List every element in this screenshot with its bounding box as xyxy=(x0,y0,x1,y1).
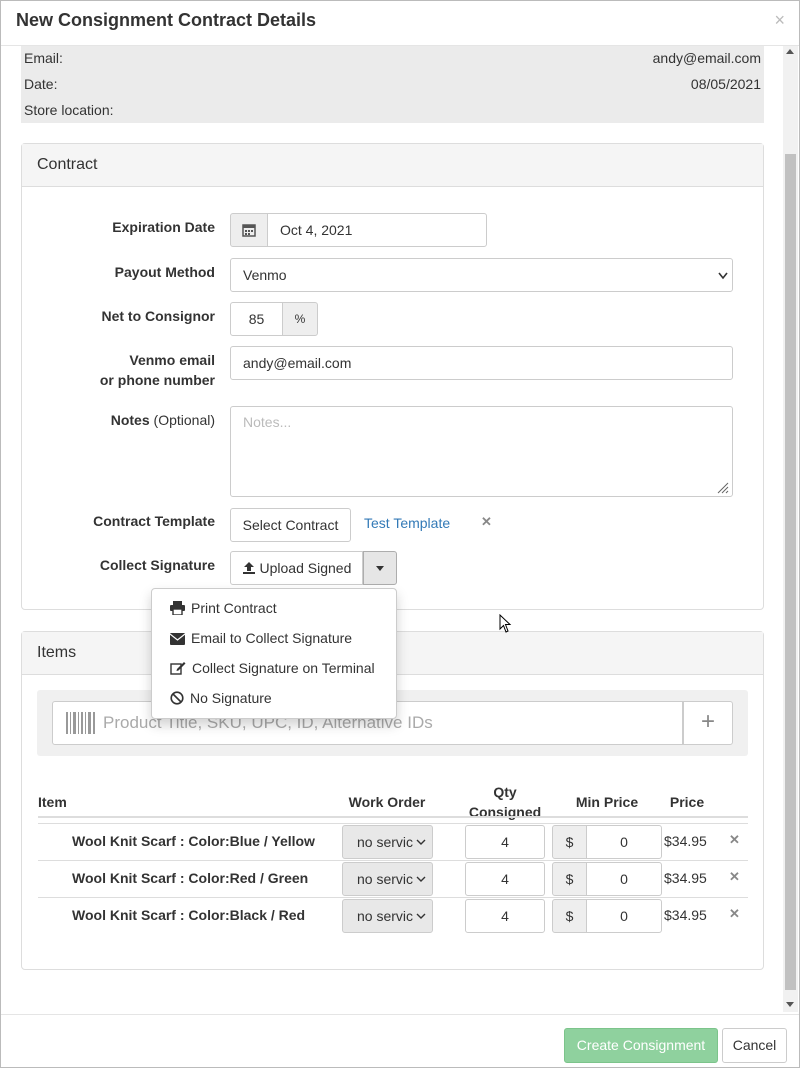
test-template-link[interactable]: Test Template xyxy=(364,515,450,531)
modal-header: New Consignment Contract Details × xyxy=(1,1,799,46)
venmo-label-line1: Venmo email xyxy=(129,352,215,368)
table-row: Wool Knit Scarf : Color:Blue / Yellow no… xyxy=(38,823,748,860)
col-min-price: Min Price xyxy=(575,794,639,810)
expiration-date-label: Expiration Date xyxy=(112,219,215,235)
ban-icon xyxy=(170,691,184,705)
percent-addon: % xyxy=(282,302,318,336)
menu-item-no-signature[interactable]: No Signature xyxy=(152,683,396,713)
store-location-label: Store location: xyxy=(24,102,114,118)
remove-row-icon[interactable]: ✕ xyxy=(729,869,740,885)
expiration-date-input[interactable]: Oct 4, 2021 xyxy=(267,213,487,247)
price-value: $34.95 xyxy=(664,907,707,923)
mouse-cursor-icon xyxy=(499,614,512,633)
create-consignment-button[interactable]: Create Consignment xyxy=(564,1028,718,1063)
price-value: $34.95 xyxy=(664,833,707,849)
chevron-down-icon xyxy=(416,913,426,919)
venmo-label-line2: or phone number xyxy=(99,372,215,388)
upload-signed-button[interactable]: Upload Signed xyxy=(230,551,363,585)
work-order-select[interactable]: no servic xyxy=(342,825,433,859)
net-to-consignor-label: Net to Consignor xyxy=(101,308,215,324)
qty-input[interactable]: 4 xyxy=(465,825,545,859)
item-name: Wool Knit Scarf : Color:Blue / Yellow xyxy=(72,833,315,849)
work-order-select[interactable]: no servic xyxy=(342,899,433,933)
scroll-down-icon[interactable] xyxy=(786,1002,794,1007)
chevron-down-icon xyxy=(416,876,426,882)
signature-dropdown-toggle[interactable] xyxy=(363,551,397,585)
contract-heading: Contract xyxy=(22,144,763,187)
header-divider xyxy=(38,816,748,818)
table-row: Wool Knit Scarf : Color:Red / Green no s… xyxy=(38,860,748,897)
contract-template-label: Contract Template xyxy=(93,513,215,529)
edit-icon xyxy=(170,662,186,675)
barcode-icon xyxy=(66,712,95,734)
menu-item-terminal-signature[interactable]: Collect Signature on Terminal xyxy=(152,653,396,683)
col-price: Price xyxy=(669,794,705,810)
contract-panel: Contract Expiration Date Oct 4, 2021 Pay… xyxy=(21,143,764,610)
qty-input[interactable]: 4 xyxy=(465,862,545,896)
currency-addon: $ xyxy=(552,862,587,896)
col-item: Item xyxy=(38,794,67,810)
remove-row-icon[interactable]: ✕ xyxy=(729,906,740,922)
scrollbar[interactable] xyxy=(783,46,798,1012)
chevron-down-icon xyxy=(416,839,426,845)
remove-row-icon[interactable]: ✕ xyxy=(729,832,740,848)
scrollbar-thumb[interactable] xyxy=(785,154,796,990)
caret-down-icon xyxy=(376,566,384,571)
envelope-icon xyxy=(169,633,186,645)
remove-template-icon[interactable]: ✕ xyxy=(481,514,492,530)
email-value: andy@email.com xyxy=(652,50,761,66)
signature-dropdown-menu: Print Contract Email to Collect Signatur… xyxy=(151,588,397,719)
resize-handle-icon[interactable] xyxy=(717,482,729,494)
col-qty-line2: Consigned xyxy=(468,804,542,820)
item-name: Wool Knit Scarf : Color:Black / Red xyxy=(72,907,306,923)
price-value: $34.95 xyxy=(664,870,707,886)
modal-title: New Consignment Contract Details xyxy=(16,10,317,30)
qty-input[interactable]: 4 xyxy=(465,899,545,933)
payout-method-label: Payout Method xyxy=(114,264,215,280)
min-price-input[interactable]: 0 xyxy=(586,825,662,859)
venmo-contact-input[interactable]: andy@email.com xyxy=(230,346,733,380)
work-order-select[interactable]: no servic xyxy=(342,862,433,896)
consignment-modal: New Consignment Contract Details × Email… xyxy=(0,0,800,1068)
scroll-up-icon[interactable] xyxy=(786,49,794,54)
date-value: 08/05/2021 xyxy=(690,76,761,92)
net-to-consignor-input[interactable]: 85 xyxy=(230,302,283,336)
payout-method-value: Venmo xyxy=(243,267,287,283)
min-price-input[interactable]: 0 xyxy=(586,899,662,933)
col-qty-line1: Qty xyxy=(493,784,517,800)
menu-item-email-signature[interactable]: Email to Collect Signature xyxy=(152,623,396,653)
notes-label: Notes (Optional) xyxy=(110,412,215,428)
add-item-button[interactable]: + xyxy=(683,701,733,745)
upload-icon xyxy=(242,562,255,574)
col-work-order: Work Order xyxy=(348,794,426,810)
date-label: Date: xyxy=(24,76,58,92)
table-row: Wool Knit Scarf : Color:Black / Red no s… xyxy=(38,897,748,934)
menu-item-print-contract[interactable]: Print Contract xyxy=(152,593,396,623)
collect-signature-label: Collect Signature xyxy=(99,557,215,573)
min-price-input[interactable]: 0 xyxy=(586,862,662,896)
notes-textarea[interactable]: Notes... xyxy=(230,406,733,497)
currency-addon: $ xyxy=(552,899,587,933)
item-name: Wool Knit Scarf : Color:Red / Green xyxy=(72,870,309,886)
cancel-button[interactable]: Cancel xyxy=(722,1028,787,1063)
print-icon xyxy=(170,601,185,616)
calendar-icon[interactable] xyxy=(230,213,268,247)
email-label: Email: xyxy=(24,50,63,66)
payout-method-select[interactable]: Venmo xyxy=(230,258,733,292)
currency-addon: $ xyxy=(552,825,587,859)
chevron-down-icon xyxy=(718,272,728,280)
select-contract-button[interactable]: Select Contract xyxy=(230,508,351,542)
customer-info: Email: andy@email.com Date: 08/05/2021 S… xyxy=(21,46,764,123)
close-icon[interactable]: × xyxy=(774,10,785,31)
modal-footer: Create Consignment Cancel xyxy=(1,1014,799,1067)
